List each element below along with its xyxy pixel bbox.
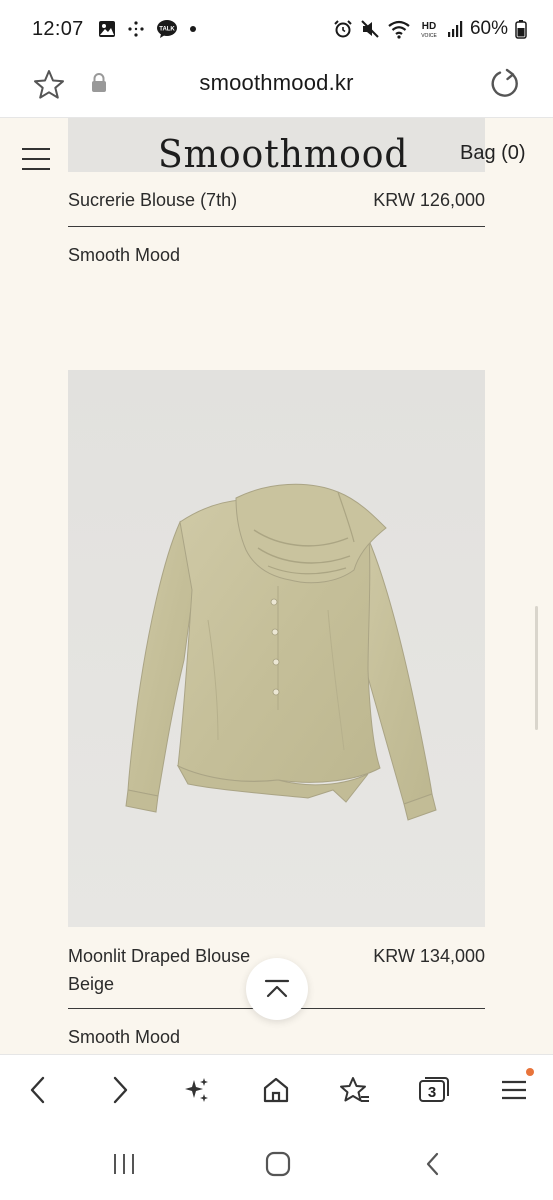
forward-icon[interactable]: [102, 1072, 138, 1108]
product-price: KRW 126,000: [373, 190, 485, 210]
hd-label: HD: [422, 21, 436, 32]
menu-icon[interactable]: [496, 1068, 534, 1108]
home-button-icon[interactable]: [263, 1150, 293, 1178]
recent-apps-icon[interactable]: [109, 1150, 139, 1178]
site-logo[interactable]: Smoothmood: [158, 132, 408, 182]
product-price: KRW 134,000: [373, 946, 485, 966]
status-time: 12:07: [32, 17, 84, 40]
hamburger-menu-icon[interactable]: [22, 148, 50, 170]
sparkle-ai-icon[interactable]: [179, 1072, 215, 1108]
bookmarks-star-icon[interactable]: [337, 1072, 373, 1108]
bag-link[interactable]: Bag (0): [460, 142, 526, 165]
signal-icon: [447, 20, 463, 38]
back-icon[interactable]: [20, 1072, 56, 1108]
reload-icon[interactable]: [488, 67, 522, 101]
hd-voice-icon: HD VOICE: [418, 19, 440, 39]
page-content: Smoothmood Bag (0) Sucrerie Blouse (7th)…: [0, 118, 553, 1054]
address-bar: smoothmood.kr: [0, 58, 553, 118]
tabs-icon[interactable]: 3: [416, 1072, 452, 1108]
product-variant: Beige: [68, 974, 115, 994]
brand-label: Smooth Mood: [68, 1027, 181, 1047]
talk-icon: TALK: [156, 19, 178, 39]
home-icon[interactable]: [258, 1072, 294, 1108]
voice-label: VOICE: [421, 33, 437, 39]
alarm-icon: [333, 19, 353, 39]
battery-icon: [515, 19, 527, 39]
product-image[interactable]: [68, 370, 485, 927]
product-name[interactable]: Moonlit Draped Blouse: [68, 946, 250, 967]
mute-icon: [360, 19, 380, 39]
system-back-icon[interactable]: [418, 1150, 448, 1178]
divider: [68, 226, 485, 227]
product-info-row[interactable]: Sucrerie Blouse (7th) KRW 126,000: [68, 190, 485, 211]
draped-blouse-illustration: [68, 370, 485, 927]
scroll-indicator[interactable]: [535, 606, 538, 730]
scroll-to-top-button[interactable]: [246, 958, 308, 1020]
browser-toolbar: 3: [0, 1054, 553, 1124]
status-left: 12:07 TALK: [32, 18, 198, 41]
brand-label: Smooth Mood: [68, 245, 181, 265]
system-navigation-bar: [0, 1124, 553, 1200]
battery-percent: 60%: [469, 18, 508, 39]
status-right: HD VOICE 60%: [333, 18, 527, 40]
status-bar: 12:07 TALK HD VOICE 60%: [0, 0, 553, 58]
notification-dot: [526, 1068, 534, 1076]
wifi-icon: [387, 19, 411, 39]
dot-icon: [188, 24, 198, 34]
sparkle-dots-icon: [126, 20, 146, 38]
talk-badge-text: TALK: [159, 27, 175, 33]
tabs-count: 3: [427, 1083, 437, 1101]
product-name[interactable]: Sucrerie Blouse (7th): [68, 190, 237, 211]
gallery-icon: [98, 20, 116, 38]
chevron-up-top-icon: [264, 979, 290, 998]
url-text[interactable]: smoothmood.kr: [0, 70, 553, 96]
